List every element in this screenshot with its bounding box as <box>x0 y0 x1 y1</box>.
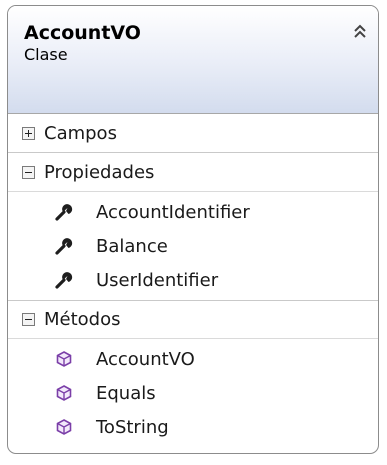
list-item[interactable]: UserIdentifier <box>8 263 378 297</box>
property-name: Balance <box>96 235 168 257</box>
wrench-icon <box>55 272 73 289</box>
class-box: AccountVO Clase Campos Propiedades Accou… <box>7 5 379 454</box>
method-name: AccountVO <box>96 348 195 370</box>
property-list: AccountIdentifier Balance UserIdentifier <box>8 192 378 300</box>
section-metodos[interactable]: Métodos <box>8 300 378 339</box>
method-cube-icon <box>56 419 72 435</box>
expand-plus-icon[interactable] <box>22 126 35 140</box>
collapse-minus-icon[interactable] <box>22 165 35 179</box>
wrench-icon <box>55 238 73 255</box>
collapse-minus-icon[interactable] <box>22 313 35 326</box>
section-propiedades[interactable]: Propiedades <box>8 153 378 192</box>
section-label: Propiedades <box>44 161 155 183</box>
section-label: Métodos <box>44 309 121 330</box>
class-name: AccountVO <box>24 22 141 44</box>
property-name: AccountIdentifier <box>96 201 250 223</box>
method-cube-icon <box>56 351 72 367</box>
class-kind: Clase <box>24 45 68 64</box>
list-item[interactable]: ToString <box>8 410 378 444</box>
list-item[interactable]: Equals <box>8 376 378 410</box>
method-list: AccountVO Equals ToString <box>8 339 378 447</box>
section-campos[interactable]: Campos <box>8 114 378 153</box>
list-item[interactable]: Balance <box>8 229 378 263</box>
collapse-chevron-icon[interactable] <box>352 23 368 41</box>
method-name: Equals <box>96 382 156 404</box>
method-name: ToString <box>96 416 169 438</box>
list-item[interactable]: AccountIdentifier <box>8 195 378 229</box>
section-label: Campos <box>44 122 117 144</box>
class-header: AccountVO Clase <box>8 6 378 114</box>
property-name: UserIdentifier <box>96 269 219 291</box>
method-cube-icon <box>56 385 72 401</box>
list-item[interactable]: AccountVO <box>8 342 378 376</box>
wrench-icon <box>55 204 73 221</box>
